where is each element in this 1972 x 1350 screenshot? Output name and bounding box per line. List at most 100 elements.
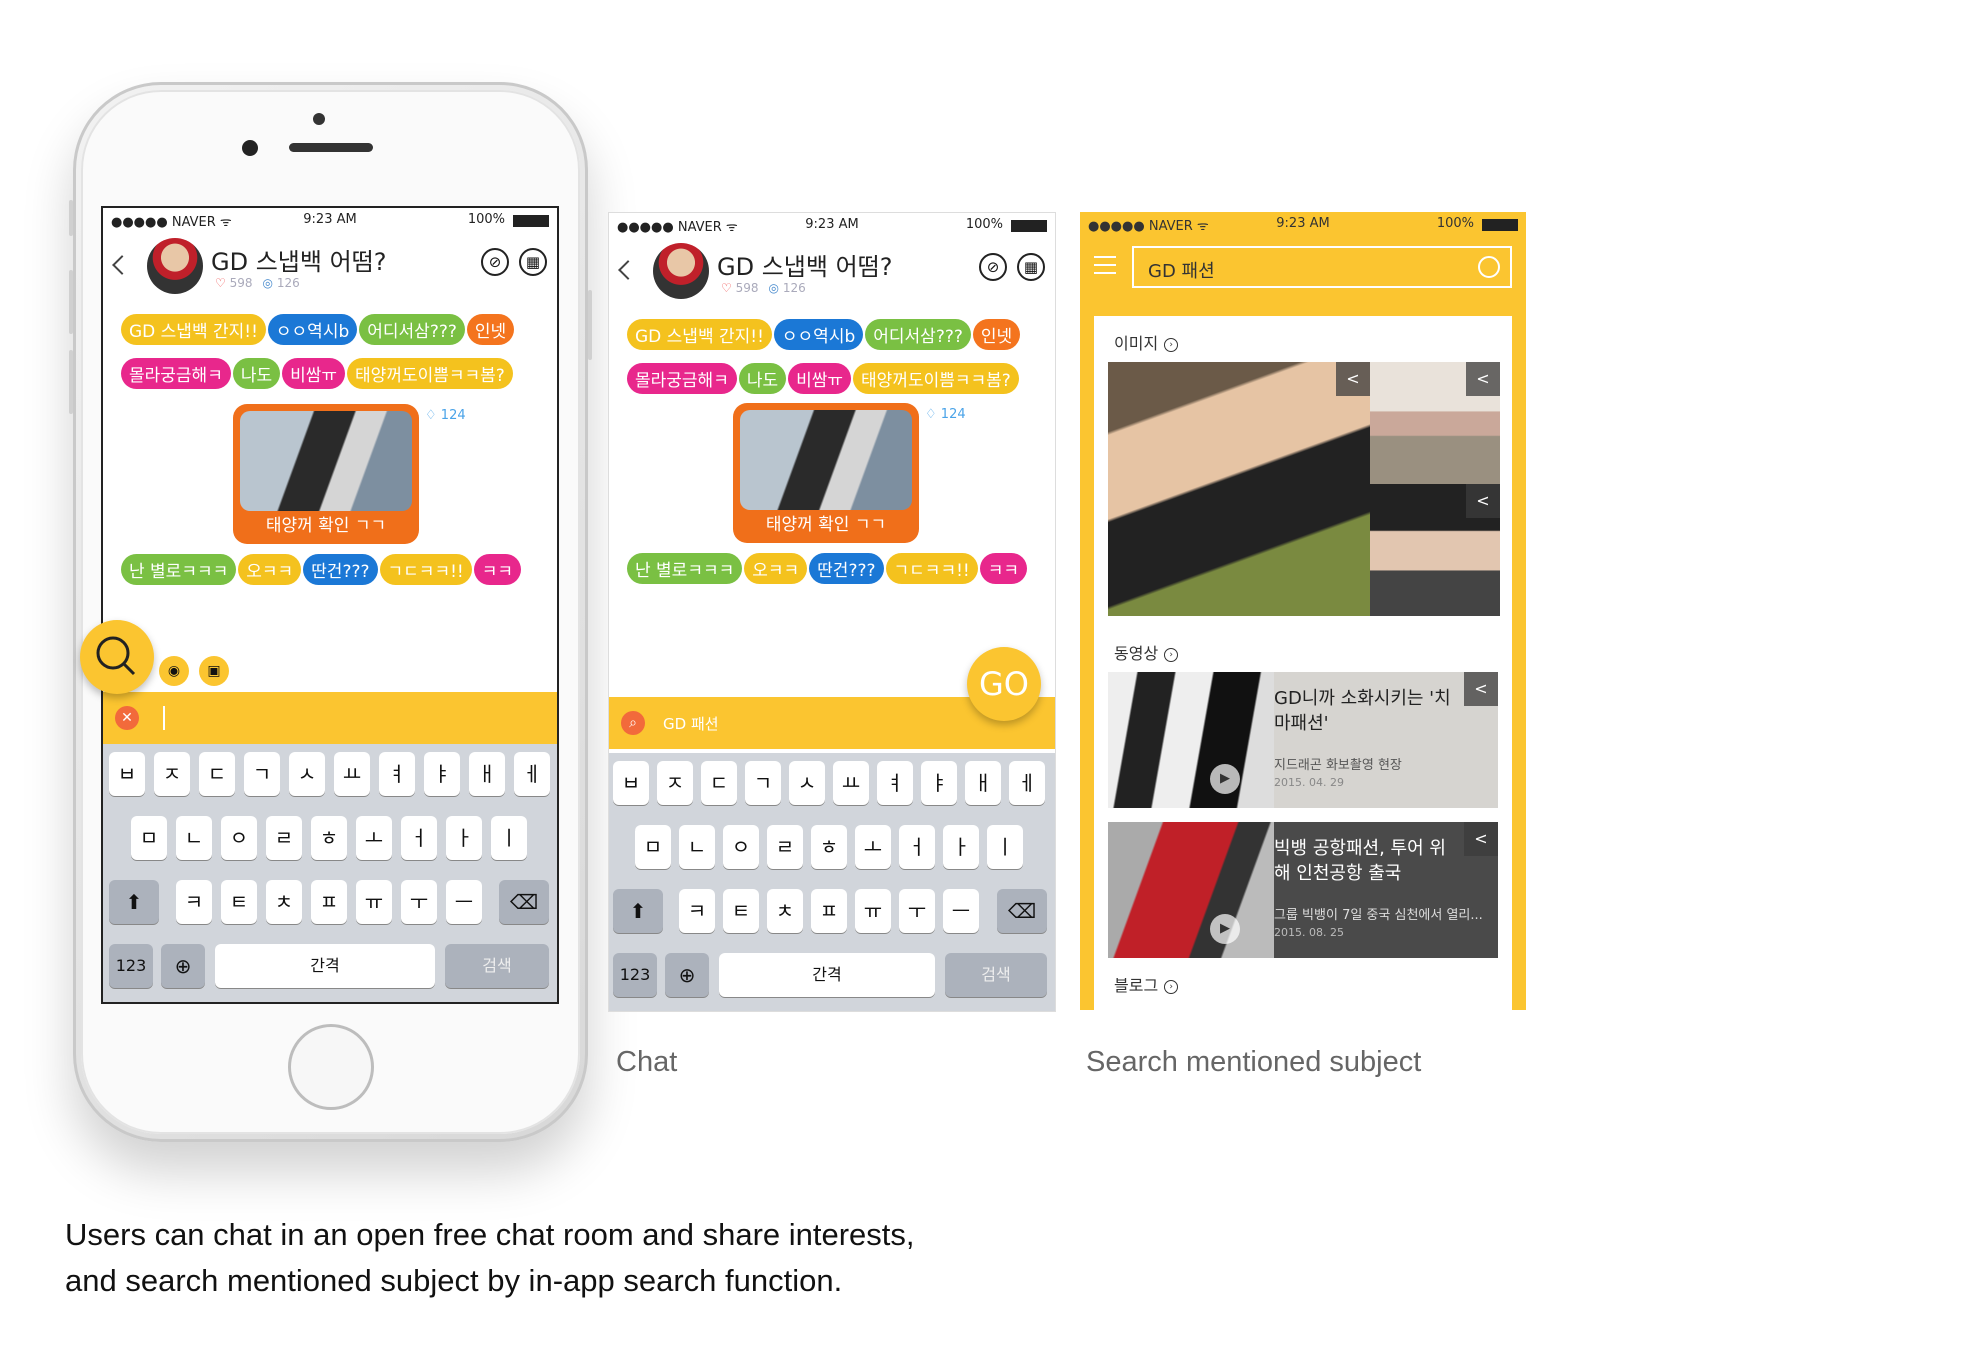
key[interactable]: ㅅ [789, 761, 825, 805]
search-key[interactable]: 검색 [445, 944, 549, 988]
key[interactable]: ㄷ [701, 761, 737, 805]
share-icon[interactable]: < [1464, 672, 1498, 706]
chat-bubble[interactable]: 태양꺼도이쁨ㅋㅋ봄? [347, 358, 513, 389]
chat-bubble[interactable]: ㅋㅋ [979, 553, 1028, 584]
home-button[interactable] [288, 1024, 374, 1110]
numbers-key[interactable]: 123 [109, 944, 153, 988]
image-result-main[interactable] [1108, 362, 1370, 616]
chat-bubble[interactable]: GD 스냅백 간지!! [121, 314, 266, 345]
chat-bubble[interactable]: ㄱㄷㅋㅋ!! [379, 554, 472, 585]
back-icon[interactable] [618, 260, 638, 280]
section-images[interactable]: 이미지 › [1114, 330, 1179, 354]
key[interactable]: ㄴ [176, 816, 212, 860]
share-icon[interactable]: < [1464, 822, 1498, 856]
key[interactable]: ㅠ [855, 889, 891, 933]
chat-bubble[interactable]: ㄱㄷㅋㅋ!! [885, 553, 978, 584]
key[interactable]: ㄹ [767, 825, 803, 869]
chat-bubble[interactable]: 나도 [738, 363, 787, 394]
key[interactable]: ㅜ [401, 880, 437, 924]
chat-bubble[interactable]: 몰라궁금해ㅋ [121, 358, 231, 389]
video-result[interactable]: ▶ 빅뱅 공항패션, 투어 위해 인천공항 출국 그룹 빅뱅이 7일 중국 심천… [1108, 822, 1498, 958]
key[interactable]: ㅕ [877, 761, 913, 805]
chat-bubble[interactable]: ㅇㅇ역시b [267, 314, 358, 345]
key[interactable]: ㅓ [401, 816, 437, 860]
key[interactable]: ㅛ [334, 752, 370, 796]
shift-icon[interactable]: ⬆ [109, 880, 159, 924]
share-icon[interactable]: < [1466, 362, 1500, 396]
key[interactable]: ㅣ [987, 825, 1023, 869]
key[interactable]: ㅂ [613, 761, 649, 805]
key[interactable]: ㅠ [356, 880, 392, 924]
chat-bubble[interactable]: ㅋㅋ [473, 554, 522, 585]
key[interactable]: ㅈ [154, 752, 190, 796]
key[interactable]: ㅓ [899, 825, 935, 869]
key[interactable]: ㄱ [244, 752, 280, 796]
chat-bubble[interactable]: 어디서삼??? [865, 319, 971, 350]
chat-bubble[interactable]: 난 별로ㅋㅋㅋ [627, 553, 743, 584]
key[interactable]: ㅁ [131, 816, 167, 860]
key[interactable]: ㅔ [1009, 761, 1045, 805]
chat-bubble[interactable]: 오ㅋㅋ [744, 553, 808, 584]
image-message[interactable]: 태양꺼 확인 ㄱㄱ [733, 403, 919, 543]
chat-bubble[interactable]: 인넷 [466, 314, 515, 345]
chat-bubble[interactable]: 인넷 [972, 319, 1021, 350]
section-blog[interactable]: 블로그 › [1114, 972, 1179, 996]
key[interactable]: ㅏ [943, 825, 979, 869]
key[interactable]: ㄹ [266, 816, 302, 860]
search-icon[interactable] [1478, 256, 1500, 278]
chat-bubble[interactable]: 태양꺼도이쁨ㅋㅋ봄? [853, 363, 1019, 394]
search-key[interactable]: 검색 [945, 953, 1047, 997]
delete-icon[interactable]: ⌫ [499, 880, 549, 924]
image-message[interactable]: 태양꺼 확인 ㄱㄱ [233, 404, 419, 544]
video-result[interactable]: ▶ GD니까 소화시키는 '치마패션' 지드래곤 화보촬영 현장 2015. 0… [1108, 672, 1498, 808]
share-icon[interactable]: < [1466, 484, 1500, 518]
chat-bubble[interactable]: 오ㅋㅋ [238, 554, 302, 585]
chat-bubble[interactable]: 딴건??? [303, 554, 378, 585]
close-icon[interactable]: ✕ [115, 706, 139, 730]
key[interactable]: ㅏ [446, 816, 482, 860]
space-key[interactable]: 간격 [215, 944, 435, 988]
camera-icon[interactable]: ◉ [159, 656, 189, 686]
key[interactable]: ㅁ [635, 825, 671, 869]
back-icon[interactable] [112, 255, 132, 275]
chat-bubble[interactable]: 어디서삼??? [359, 314, 465, 345]
menu-icon[interactable] [1094, 256, 1116, 274]
search-fab[interactable] [80, 620, 154, 694]
key[interactable]: ㅋ [679, 889, 715, 933]
key[interactable]: ㅂ [109, 752, 145, 796]
chat-bubble[interactable]: GD 스냅백 간지!! [627, 319, 772, 350]
link-icon[interactable]: ⊘ [979, 253, 1007, 281]
search-input[interactable]: GD 패션 [1132, 246, 1512, 288]
key[interactable]: ㅛ [833, 761, 869, 805]
link-icon[interactable]: ⊘ [481, 248, 509, 276]
key[interactable]: ㅌ [221, 880, 257, 924]
key[interactable]: ㅐ [469, 752, 505, 796]
key[interactable]: ㅣ [491, 816, 527, 860]
play-icon[interactable]: ▶ [1210, 914, 1240, 944]
key[interactable]: ㅗ [356, 816, 392, 860]
key[interactable]: ㅜ [899, 889, 935, 933]
play-icon[interactable]: ▶ [1210, 764, 1240, 794]
key[interactable]: ㅡ [943, 889, 979, 933]
delete-icon[interactable]: ⌫ [997, 889, 1047, 933]
grid-menu-icon[interactable]: ▦ [1017, 253, 1045, 281]
gallery-icon[interactable]: ▣ [199, 656, 229, 686]
key[interactable]: ㅑ [424, 752, 460, 796]
section-videos[interactable]: 동영상 › [1114, 640, 1179, 664]
chat-bubble[interactable]: ㅇㅇ역시b [773, 319, 864, 350]
chat-bubble[interactable]: 몰라궁금해ㅋ [627, 363, 737, 394]
key[interactable]: ㅎ [811, 825, 847, 869]
key[interactable]: ㅊ [767, 889, 803, 933]
key[interactable]: ㅔ [514, 752, 550, 796]
key[interactable]: ㅕ [379, 752, 415, 796]
key[interactable]: ㅊ [266, 880, 302, 924]
key[interactable]: ㅡ [446, 880, 482, 924]
chat-bubble[interactable]: 난 별로ㅋㅋㅋ [121, 554, 237, 585]
key[interactable]: ㅇ [221, 816, 257, 860]
shift-icon[interactable]: ⬆ [613, 889, 663, 933]
key[interactable]: ㅈ [657, 761, 693, 805]
search-query[interactable]: GD 패션 [663, 713, 719, 734]
key[interactable]: ㅗ [855, 825, 891, 869]
globe-icon[interactable]: ⊕ [161, 944, 205, 988]
chat-bubble[interactable]: 나도 [232, 358, 281, 389]
